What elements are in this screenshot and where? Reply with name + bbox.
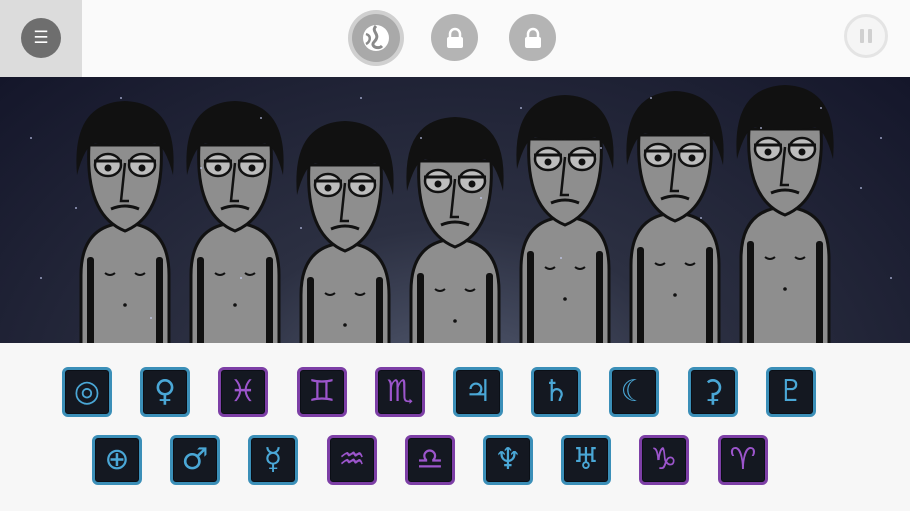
star: [75, 207, 77, 209]
gemini-icon: ♊: [308, 374, 336, 409]
star: [650, 97, 652, 99]
sound-icon-tray: ◎ ♀ ♓ ♊ ♏ ♃ ♄ ☾ ⚳ ♇ ⊕ ♂ ☿ ♒ ♎ ♆ ♅ ♑ ♈: [0, 343, 910, 511]
star: [420, 137, 422, 139]
star: [30, 137, 32, 139]
performer[interactable]: [736, 85, 834, 343]
venus-icon: ♀: [154, 374, 176, 409]
pause-bar: [860, 29, 864, 43]
lock-glyph: [446, 27, 463, 48]
saturn-icon: ♄: [542, 374, 570, 409]
star: [600, 147, 602, 149]
ceres-icon: ⚳: [702, 374, 724, 409]
lock-icon[interactable]: [509, 14, 556, 61]
scorpio-sound-button[interactable]: ♏: [375, 367, 425, 417]
swirl-glyph: [363, 24, 389, 51]
gemini-sound-button[interactable]: ♊: [297, 367, 347, 417]
uranus-icon: ♅: [572, 442, 600, 477]
jupiter-sound-button[interactable]: ♃: [453, 367, 503, 417]
pisces-sound-button[interactable]: ♓: [218, 367, 268, 417]
lock-icon[interactable]: [431, 14, 478, 61]
libra-icon: ♎: [416, 442, 444, 477]
aquarius-sound-button[interactable]: ♒: [327, 435, 377, 485]
performer[interactable]: [186, 101, 284, 343]
ceres-sound-button[interactable]: ⚳: [688, 367, 738, 417]
sun-sound-button[interactable]: ◎: [62, 367, 112, 417]
mars-sound-button[interactable]: ♂: [170, 435, 220, 485]
aries-sound-button[interactable]: ♈: [718, 435, 768, 485]
neptune-sound-button[interactable]: ♆: [483, 435, 533, 485]
star: [360, 97, 362, 99]
star: [40, 277, 42, 279]
uranus-sound-button[interactable]: ♅: [561, 435, 611, 485]
star: [880, 137, 882, 139]
libra-sound-button[interactable]: ♎: [405, 435, 455, 485]
performer[interactable]: [626, 91, 724, 343]
performer[interactable]: [296, 121, 394, 343]
performer[interactable]: [516, 95, 614, 343]
performer[interactable]: [406, 117, 504, 343]
performer-stage: [0, 77, 910, 343]
neptune-icon: ♆: [494, 442, 522, 477]
star: [480, 197, 482, 199]
earth-icon: ⊕: [104, 442, 130, 477]
star: [860, 187, 862, 189]
capricorn-icon: ♑: [650, 442, 678, 477]
star: [760, 127, 762, 129]
star: [560, 257, 562, 259]
top-bar: ☰: [0, 0, 910, 78]
star: [240, 277, 242, 279]
sun-icon: ◎: [73, 374, 101, 409]
capricorn-sound-button[interactable]: ♑: [639, 435, 689, 485]
venus-sound-button[interactable]: ♀: [140, 367, 190, 417]
pisces-icon: ♓: [229, 374, 257, 409]
pause-bar: [868, 29, 872, 43]
star: [200, 167, 202, 169]
mercury-icon: ☿: [263, 442, 283, 477]
jupiter-icon: ♃: [464, 374, 492, 409]
aries-icon: ♈: [729, 442, 757, 477]
star: [520, 107, 522, 109]
aquarius-icon: ♒: [338, 442, 366, 477]
star: [700, 217, 702, 219]
star: [260, 117, 262, 119]
swirl-icon[interactable]: [352, 14, 400, 62]
star: [120, 97, 122, 99]
menu-cell: ☰: [0, 0, 82, 77]
menu-icon[interactable]: ☰: [21, 18, 61, 58]
lock-glyph: [524, 27, 541, 48]
pause-button[interactable]: [844, 14, 888, 58]
earth-sound-button[interactable]: ⊕: [92, 435, 142, 485]
pluto-sound-button[interactable]: ♇: [766, 367, 816, 417]
saturn-sound-button[interactable]: ♄: [531, 367, 581, 417]
moon-sound-button[interactable]: ☾: [609, 367, 659, 417]
performer[interactable]: [76, 101, 174, 343]
star: [820, 107, 822, 109]
pluto-icon: ♇: [777, 374, 805, 409]
mars-icon: ♂: [181, 442, 209, 477]
star: [300, 227, 302, 229]
mercury-sound-button[interactable]: ☿: [248, 435, 298, 485]
performers-layer: [76, 85, 834, 343]
star: [150, 317, 152, 319]
moon-icon: ☾: [620, 374, 648, 409]
scorpio-icon: ♏: [386, 374, 414, 409]
star: [890, 277, 892, 279]
